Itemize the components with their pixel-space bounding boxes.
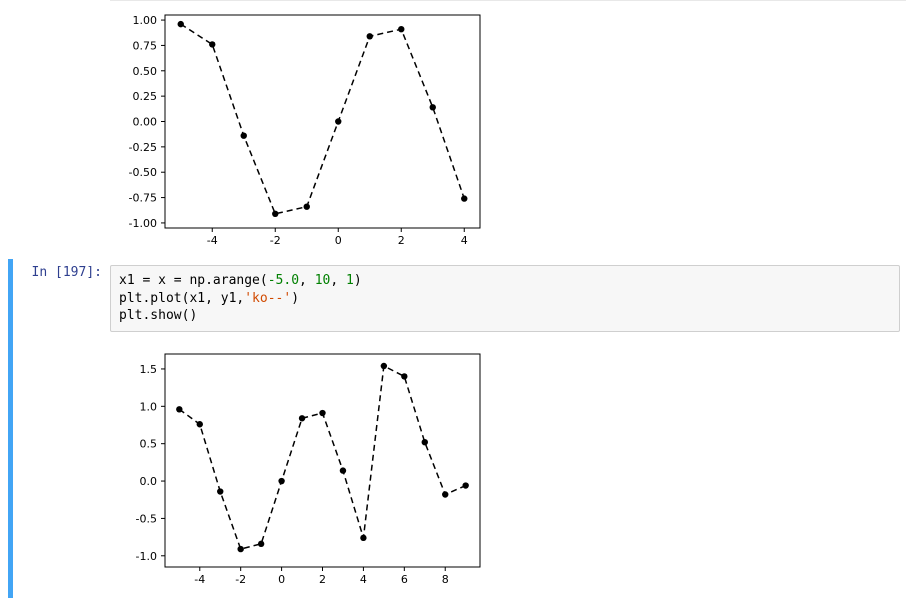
svg-text:-2: -2 <box>235 573 246 586</box>
code-cell-197[interactable]: In [197]: x1 = x = np.arange(-5.0, 10, 1… <box>0 259 906 598</box>
svg-text:1.00: 1.00 <box>133 14 158 27</box>
svg-text:-0.50: -0.50 <box>129 166 157 179</box>
chart-2: -1.0 -0.5 0.0 0.5 1.0 1.5 -4 -2 0 2 4 6 8 <box>110 340 900 598</box>
svg-text:1.0: 1.0 <box>140 400 158 413</box>
svg-text:0.00: 0.00 <box>133 116 158 129</box>
svg-text:4: 4 <box>360 573 367 586</box>
svg-text:0.50: 0.50 <box>133 65 158 78</box>
svg-text:1.5: 1.5 <box>140 363 158 376</box>
svg-text:-0.75: -0.75 <box>129 192 157 205</box>
svg-text:2: 2 <box>319 573 326 586</box>
svg-text:8: 8 <box>442 573 449 586</box>
notebook: -1.00-0.75-0.50-0.250.000.250.500.751.00… <box>0 0 906 598</box>
svg-text:0.0: 0.0 <box>140 475 158 488</box>
svg-text:6: 6 <box>401 573 408 586</box>
svg-text:-0.5: -0.5 <box>136 512 157 525</box>
output-prompt <box>0 1 110 7</box>
code-editor[interactable]: x1 = x = np.arange(-5.0, 10, 1) plt.plot… <box>110 265 900 332</box>
svg-text:0: 0 <box>278 573 285 586</box>
svg-text:2: 2 <box>398 234 405 247</box>
svg-text:-2: -2 <box>270 234 281 247</box>
svg-text:-1.00: -1.00 <box>129 217 157 230</box>
svg-text:0.25: 0.25 <box>133 90 158 103</box>
svg-text:0.75: 0.75 <box>133 39 158 52</box>
svg-text:0.5: 0.5 <box>140 437 158 450</box>
input-prompt: In [197]: <box>0 259 110 280</box>
svg-text:4: 4 <box>461 234 468 247</box>
svg-text:-4: -4 <box>207 234 218 247</box>
svg-text:-4: -4 <box>194 573 205 586</box>
svg-text:-1.0: -1.0 <box>136 549 157 562</box>
svg-text:-0.25: -0.25 <box>129 141 157 154</box>
svg-text:0: 0 <box>335 234 342 247</box>
chart-1: -1.00 -0.75 -0.50 -0.25 0.00 0.25 0.50 0.75 1.00… <box>110 1 900 259</box>
output-cell-top: -1.00 -0.75 -0.50 -0.25 0.00 0.25 0.50 0.75 1.00… <box>0 1 906 259</box>
